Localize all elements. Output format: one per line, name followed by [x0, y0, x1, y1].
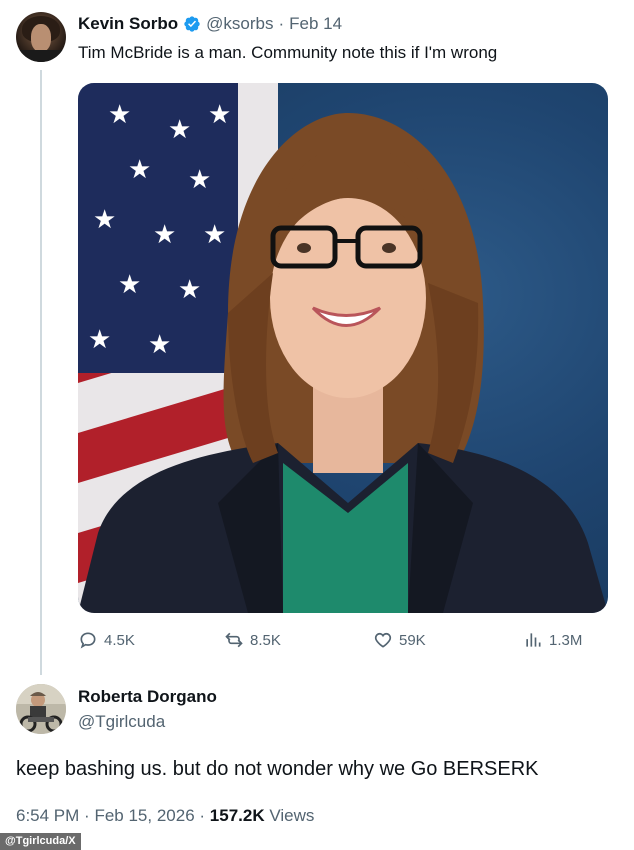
verified-badge-icon	[184, 16, 200, 32]
reply-text: keep bashing us. but do not wonder why w…	[16, 758, 539, 780]
views-chart-icon	[526, 633, 541, 647]
motorcycle-avatar-image	[16, 684, 66, 734]
reply-author-name[interactable]: Roberta Dorgano	[78, 687, 217, 707]
repost-count: 8.5K	[250, 631, 281, 649]
svg-text:★: ★	[168, 115, 191, 145]
repost-action[interactable]: 8.5K	[224, 630, 281, 650]
reply-time[interactable]: 6:54 PM	[16, 806, 79, 825]
repost-icon	[225, 632, 243, 648]
svg-text:★: ★	[88, 325, 111, 355]
separator-dot: ·	[278, 14, 285, 33]
reply-meta: 6:54 PM · Feb 15, 2026 · 157.2K Views	[16, 806, 314, 826]
author-handle[interactable]: @ksorbs	[206, 14, 273, 34]
reply-date[interactable]: Feb 15, 2026	[94, 806, 194, 825]
reply-action[interactable]: 4.5K	[78, 630, 135, 650]
image-credit: @Tgirlcuda/X	[0, 833, 81, 850]
reply-views-count: 157.2K	[209, 806, 265, 825]
reply-author-avatar[interactable]	[16, 684, 66, 734]
like-action[interactable]: 59K	[373, 630, 426, 650]
tweet-header: Kevin Sorbo @ksorbs · Feb 14	[78, 14, 342, 34]
svg-text:★: ★	[188, 165, 211, 195]
views-action[interactable]: 1.3M	[523, 630, 582, 650]
svg-text:★: ★	[93, 205, 116, 235]
separator-dot: ·	[199, 806, 206, 825]
tweet-actions: 4.5K 8.5K 59K 1.3M	[78, 630, 608, 654]
author-avatar[interactable]	[16, 12, 66, 62]
svg-text:★: ★	[153, 220, 176, 250]
tweet-text: Tim McBride is a man. Community note thi…	[78, 43, 498, 62]
reply-icon	[80, 632, 96, 649]
svg-text:★: ★	[148, 330, 171, 360]
svg-text:★: ★	[203, 220, 226, 250]
tweet-photo[interactable]: ★ ★ ★ ★ ★ ★ ★ ★ ★ ★ ★ ★	[78, 83, 608, 613]
thread-connector-line	[40, 70, 42, 675]
svg-text:★: ★	[128, 155, 151, 185]
svg-text:★: ★	[208, 100, 231, 130]
reply-author-handle[interactable]: @Tgirlcuda	[78, 712, 165, 732]
like-count: 59K	[399, 631, 426, 649]
portrait-illustration: ★ ★ ★ ★ ★ ★ ★ ★ ★ ★ ★ ★	[78, 83, 608, 613]
svg-text:★: ★	[118, 270, 141, 300]
separator-dot: ·	[84, 806, 90, 825]
reply-views-label: Views	[269, 806, 315, 825]
reply-count: 4.5K	[104, 631, 135, 649]
tweet-date[interactable]: Feb 14	[289, 14, 342, 34]
heart-icon	[374, 632, 392, 648]
svg-text:★: ★	[178, 275, 201, 305]
svg-text:★: ★	[108, 100, 131, 130]
views-count: 1.3M	[549, 631, 583, 649]
author-name[interactable]: Kevin Sorbo	[78, 14, 178, 34]
